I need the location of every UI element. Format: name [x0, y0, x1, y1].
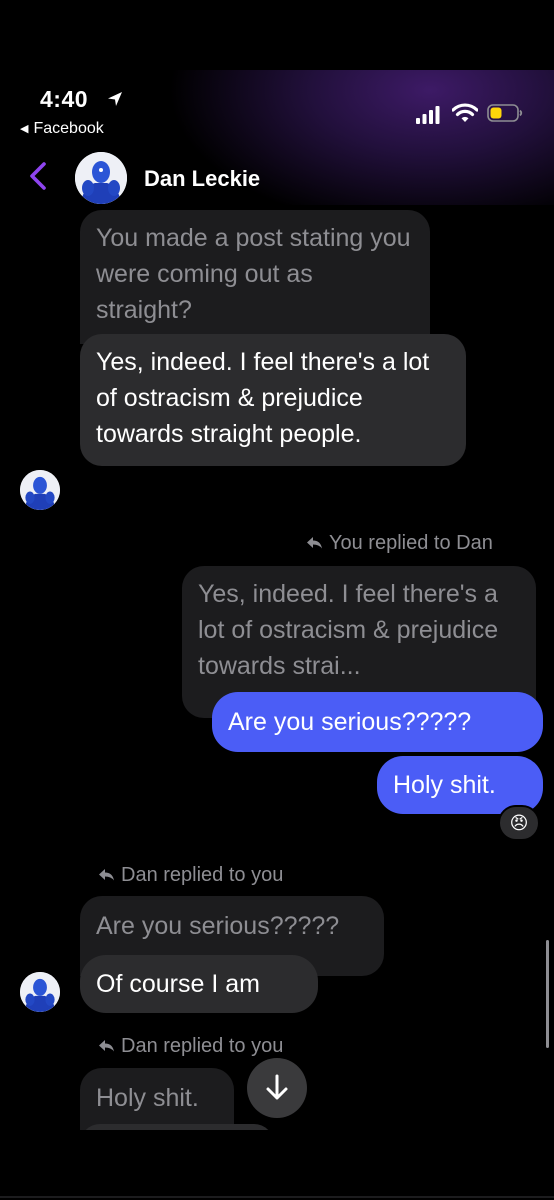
- quoted-message[interactable]: You made a post stating you were coming …: [80, 210, 430, 344]
- cellular-signal-icon: [416, 106, 440, 124]
- back-chevron-icon[interactable]: [25, 160, 51, 192]
- reply-note-text: You replied to Dan: [329, 532, 493, 554]
- quoted-message-text: Yes, indeed. I feel there's a lot of ost…: [198, 580, 499, 680]
- scroll-to-bottom-button[interactable]: [247, 1058, 307, 1118]
- arrow-down-icon: [266, 1074, 288, 1100]
- blue-figure-avatar-icon: [20, 972, 60, 1012]
- wifi-icon: [452, 103, 478, 122]
- reply-arrow-icon: [99, 869, 114, 881]
- back-to-app-link[interactable]: ◀ Facebook: [20, 120, 104, 138]
- quoted-message-text: You made a post stating you were coming …: [96, 224, 411, 324]
- reply-arrow-icon: [99, 1040, 114, 1052]
- bottom-edge-line: [0, 1196, 554, 1198]
- quoted-message-text: Holy shit.: [96, 1084, 199, 1112]
- blue-figure-avatar-icon: [20, 470, 60, 510]
- back-triangle-icon: ◀: [20, 123, 29, 135]
- sender-avatar[interactable]: [20, 972, 60, 1012]
- reply-note: Dan replied to you: [98, 1035, 283, 1058]
- reply-note-text: Dan replied to you: [121, 1035, 284, 1057]
- location-arrow-icon: [108, 92, 122, 106]
- incoming-message-text: Of course I am: [96, 970, 260, 998]
- reply-note: You replied to Dan: [306, 532, 493, 555]
- scrollbar[interactable]: [546, 940, 549, 1048]
- reply-note-text: Dan replied to you: [121, 864, 284, 886]
- contact-avatar[interactable]: [75, 152, 127, 204]
- outgoing-message-text: Are you serious?????: [228, 708, 472, 736]
- incoming-message[interactable]: Yes, indeed. I feel there's a lot of ost…: [80, 334, 466, 466]
- contact-name[interactable]: Dan Leckie: [144, 166, 260, 192]
- quoted-message-text: Are you serious?????: [96, 912, 340, 940]
- battery-icon: [487, 104, 523, 122]
- angry-reaction-badge[interactable]: 😠: [498, 805, 540, 841]
- back-app-label: Facebook: [33, 120, 104, 137]
- incoming-message-text: Yes, indeed. I feel there's a lot of ost…: [96, 348, 430, 448]
- reply-note: Dan replied to you: [98, 864, 283, 887]
- blue-figure-avatar-icon: [75, 152, 127, 204]
- incoming-message[interactable]: Of course I am: [80, 955, 318, 1013]
- status-time: 4:40: [40, 86, 89, 112]
- outgoing-message[interactable]: Are you serious?????: [212, 692, 543, 752]
- screenshot-crop-area: [0, 1130, 554, 1200]
- sender-avatar[interactable]: [20, 470, 60, 510]
- reply-arrow-icon: [307, 537, 322, 549]
- outgoing-message-text: Holy shit.: [393, 771, 496, 799]
